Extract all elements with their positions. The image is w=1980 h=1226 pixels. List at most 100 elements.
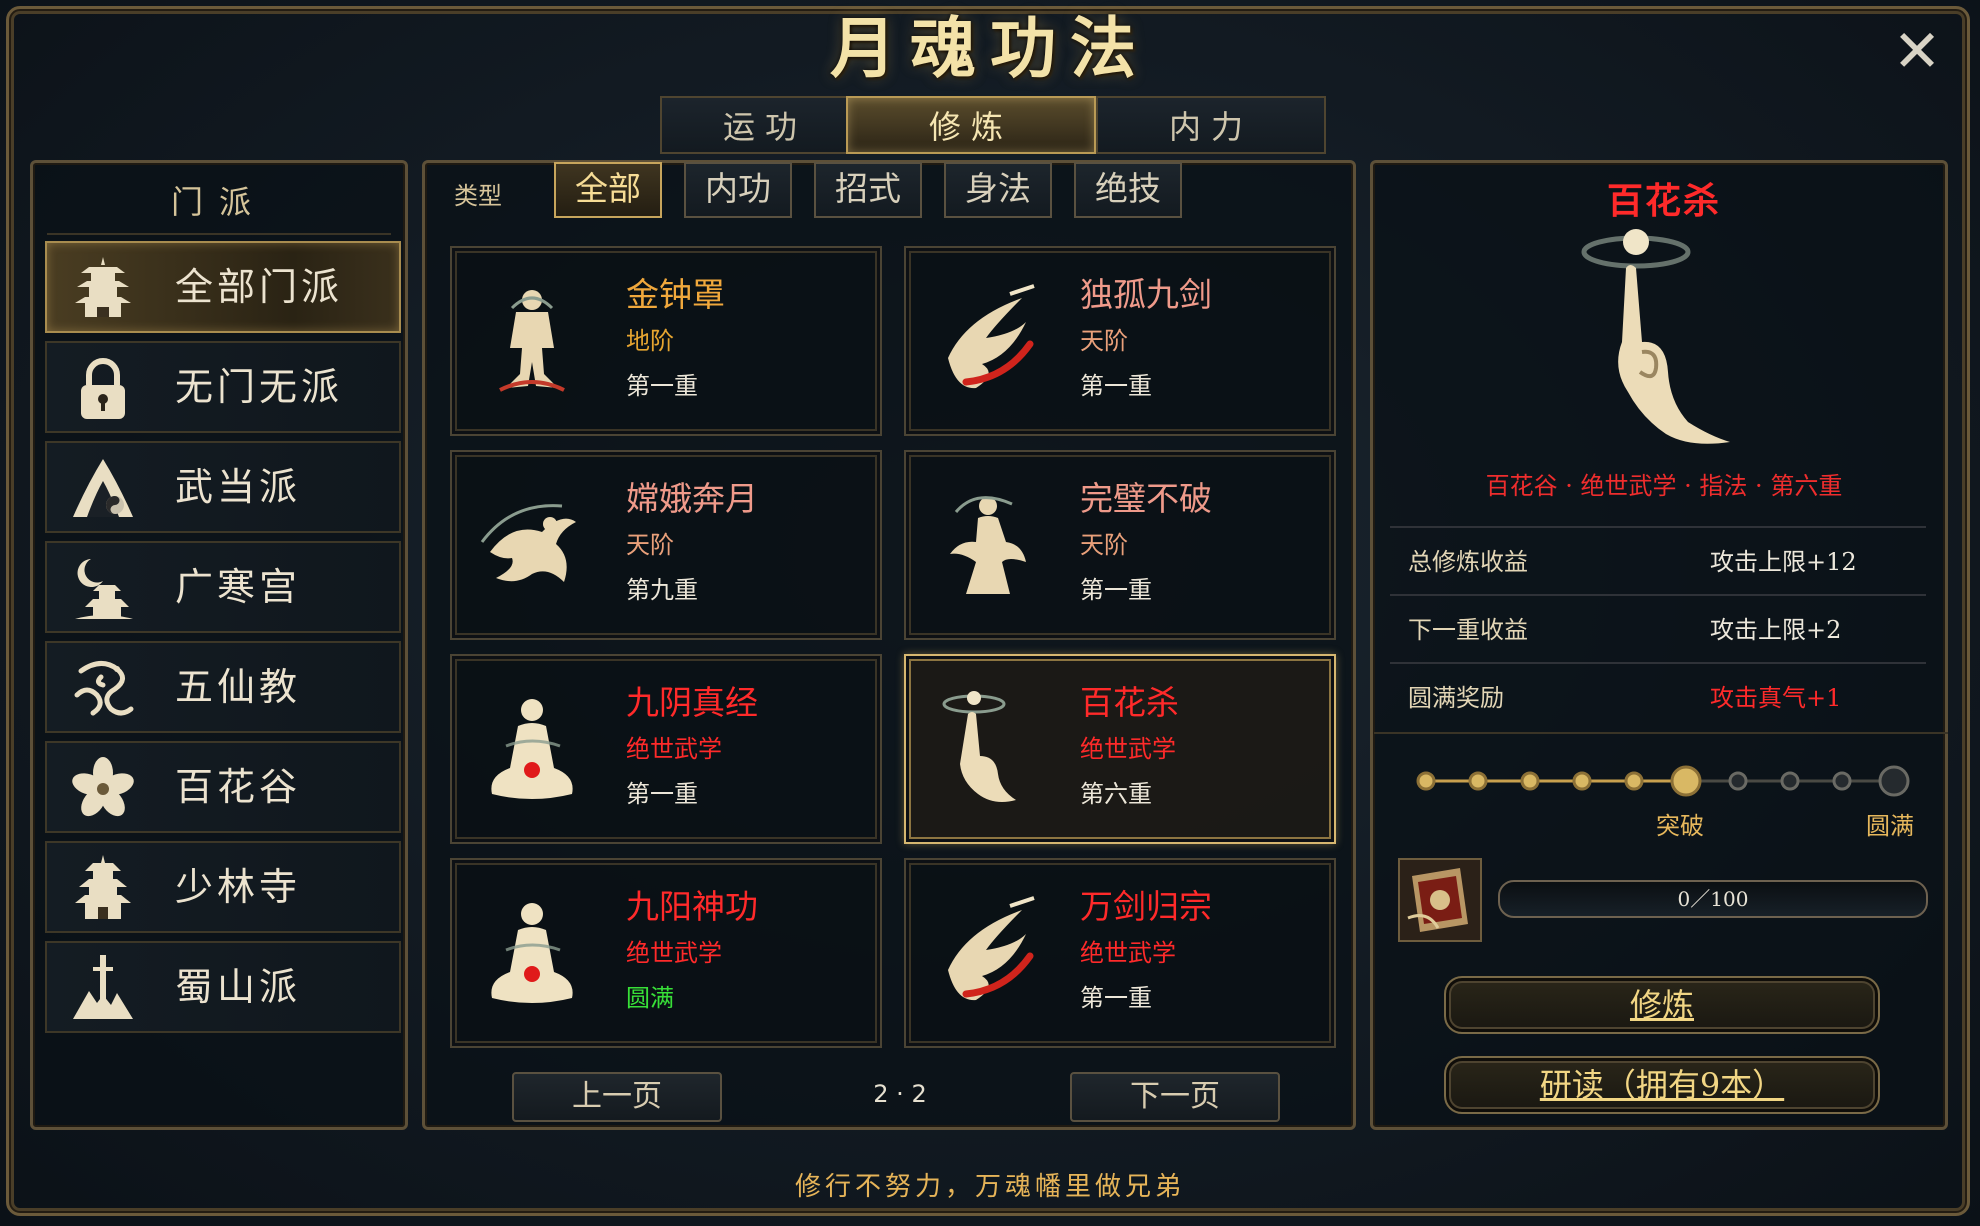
skill-name: 金钟罩 bbox=[626, 275, 725, 314]
sect-item-wuxian[interactable]: 五仙教 bbox=[45, 641, 401, 733]
wudang-mountain-icon bbox=[73, 459, 133, 517]
temple-icon bbox=[75, 855, 131, 919]
progress-node bbox=[1832, 771, 1852, 791]
cultivate-button[interactable]: 修炼 bbox=[1444, 976, 1880, 1034]
sect-item-label: 蜀山派 bbox=[175, 965, 302, 1009]
cultivation-window: { "window": {"title": "月魂功法", "close_gly… bbox=[0, 0, 1980, 1226]
skill-tier: 地阶 bbox=[626, 327, 674, 355]
sect-item-label: 武当派 bbox=[175, 465, 302, 509]
skill-card[interactable]: 九阳神功 绝世武学 圆满 bbox=[450, 858, 882, 1048]
sect-item-wumen[interactable]: 无门无派 bbox=[45, 341, 401, 433]
skill-name: 独孤九剑 bbox=[1080, 275, 1212, 314]
lock-icon bbox=[81, 358, 125, 419]
sect-item-label: 无门无派 bbox=[175, 365, 344, 409]
sect-panel-title: 门派 bbox=[170, 183, 267, 221]
detail-skill-name: 百花杀 bbox=[1606, 180, 1721, 222]
prev-page-button[interactable]: 上一页 bbox=[512, 1072, 722, 1122]
finger-mudra-icon bbox=[1581, 229, 1730, 444]
stat-key: 下一重收益 bbox=[1408, 616, 1528, 644]
skill-tier: 绝世武学 bbox=[626, 939, 722, 967]
stat-value: 攻击真气+1 bbox=[1710, 684, 1842, 712]
scroll-book-icon[interactable] bbox=[1398, 858, 1482, 942]
sect-item-baihua[interactable]: 百花谷 bbox=[45, 741, 401, 833]
next-page-button[interactable]: 下一页 bbox=[1070, 1072, 1280, 1122]
skill-level: 第一重 bbox=[1080, 576, 1152, 604]
stat-value: 攻击上限+12 bbox=[1710, 548, 1857, 576]
sword-slash-icon bbox=[948, 284, 1035, 389]
skill-level: 第九重 bbox=[626, 576, 698, 604]
flying-fairy-icon bbox=[480, 504, 576, 582]
skill-card[interactable]: 金钟罩 地阶 第一重 bbox=[450, 246, 882, 436]
sect-item-all[interactable]: 全部门派 bbox=[45, 241, 401, 333]
skill-name: 九阳神功 bbox=[626, 887, 758, 926]
finger-mudra-icon bbox=[942, 691, 1016, 802]
filter-jueji[interactable]: 绝技 bbox=[1074, 162, 1182, 218]
sword-slash-icon bbox=[948, 896, 1035, 1001]
stat-row-perfect: 圆满奖励 攻击真气+1 bbox=[1390, 662, 1926, 726]
pagoda-icon bbox=[75, 257, 131, 317]
divider bbox=[47, 233, 391, 235]
sect-item-wudang[interactable]: 武当派 bbox=[45, 441, 401, 533]
study-button[interactable]: 研读（拥有9本） bbox=[1444, 1056, 1880, 1114]
exp-progress-bar: 0／100 bbox=[1498, 880, 1928, 918]
sect-item-label: 百花谷 bbox=[175, 765, 302, 809]
sect-item-label: 全部门派 bbox=[175, 265, 344, 309]
skill-level: 第一重 bbox=[626, 372, 698, 400]
skill-tier: 绝世武学 bbox=[1080, 735, 1176, 763]
filter-zhaoshi[interactable]: 招式 bbox=[814, 162, 922, 218]
skill-name: 嫦娥奔月 bbox=[626, 479, 758, 518]
skill-tier: 天阶 bbox=[1080, 531, 1128, 559]
main-tabs: 运功 修炼 内力 bbox=[660, 96, 1326, 156]
filter-shenfa[interactable]: 身法 bbox=[944, 162, 1052, 218]
dragon-icon bbox=[74, 661, 134, 716]
skill-tier: 天阶 bbox=[1080, 327, 1128, 355]
tab-yungong[interactable]: 运功 bbox=[660, 96, 870, 154]
close-icon[interactable]: ✕ bbox=[1882, 20, 1952, 82]
stat-value: 攻击上限+2 bbox=[1710, 616, 1842, 644]
skill-name: 百花杀 bbox=[1080, 683, 1179, 722]
skill-card[interactable]: 百花杀绝世武学第六重 bbox=[904, 654, 1336, 844]
skill-tier: 绝世武学 bbox=[1080, 939, 1176, 967]
stat-key: 圆满奖励 bbox=[1408, 684, 1504, 712]
skill-name: 完璧不破 bbox=[1080, 479, 1212, 518]
monk-stance-icon bbox=[499, 290, 565, 392]
sect-item-label: 少林寺 bbox=[175, 865, 302, 909]
sect-item-guanghan[interactable]: 广寒宫 bbox=[45, 541, 401, 633]
skill-tier: 绝世武学 bbox=[626, 735, 722, 763]
skill-card[interactable]: 万剑归宗 绝世武学 第一重 bbox=[904, 858, 1336, 1048]
sect-item-shushan[interactable]: 蜀山派 bbox=[45, 941, 401, 1033]
filter-all[interactable]: 全部 bbox=[554, 162, 662, 218]
progress-node bbox=[1520, 771, 1540, 791]
tab-neili[interactable]: 内力 bbox=[1096, 96, 1326, 154]
progress-node bbox=[1780, 771, 1800, 791]
progress-node bbox=[1624, 771, 1644, 791]
divider bbox=[1374, 732, 1948, 734]
filter-neigong[interactable]: 内功 bbox=[684, 162, 792, 218]
skill-card[interactable]: 九阴真经绝世武学第一重 bbox=[450, 654, 882, 844]
dancer-icon bbox=[950, 496, 1026, 594]
skill-card[interactable]: 嫦娥奔月 天阶 第九重 bbox=[450, 450, 882, 640]
progress-node bbox=[1572, 771, 1592, 791]
skill-name: 九阴真经 bbox=[626, 683, 758, 722]
progress-node bbox=[1878, 765, 1910, 797]
skill-level: 第六重 bbox=[1080, 780, 1152, 808]
moon-palace-icon bbox=[75, 559, 133, 619]
skill-card[interactable]: 独孤九剑 天阶 第一重 bbox=[904, 246, 1336, 436]
sect-item-label: 广寒宫 bbox=[175, 565, 302, 609]
skill-card[interactable]: 完璧不破 天阶 第一重 bbox=[904, 450, 1336, 640]
exp-progress-text: 0／100 bbox=[1677, 887, 1749, 911]
sword-mountain-icon bbox=[73, 955, 133, 1019]
progress-node bbox=[1728, 771, 1748, 791]
progress-node bbox=[1416, 771, 1436, 791]
stat-key: 总修炼收益 bbox=[1408, 548, 1528, 576]
skill-name: 万剑归宗 bbox=[1080, 887, 1212, 926]
skill-tier: 天阶 bbox=[626, 531, 674, 559]
page-indicator: 2 · 2 bbox=[873, 1080, 927, 1108]
footer-motto: 修行不努力，万魂幡里做兄弟 bbox=[794, 1172, 1185, 1202]
breakthrough-label: 突破 bbox=[1656, 812, 1704, 840]
skill-level: 第一重 bbox=[1080, 372, 1152, 400]
skill-level: 第一重 bbox=[626, 780, 698, 808]
tab-xiulian[interactable]: 修炼 bbox=[846, 96, 1096, 154]
window-title: 月魂功法 bbox=[830, 9, 1150, 87]
sect-item-shaolin[interactable]: 少林寺 bbox=[45, 841, 401, 933]
